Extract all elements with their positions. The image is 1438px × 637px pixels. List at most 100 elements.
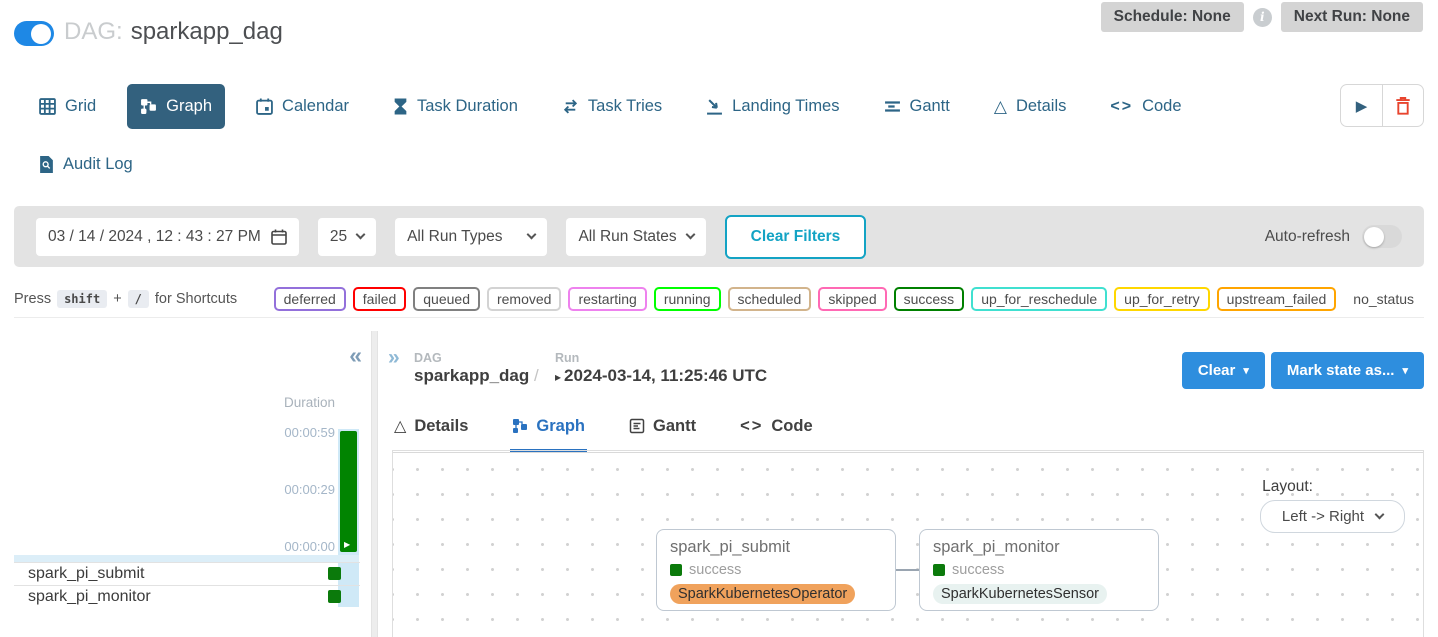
- num-runs-select[interactable]: 25: [318, 218, 376, 256]
- tab-details[interactable]: △ Details: [981, 84, 1080, 129]
- layout-label: Layout:: [1262, 478, 1313, 496]
- state-badge-removed[interactable]: removed: [487, 287, 561, 311]
- dag-graph-canvas[interactable]: Layout: Left -> Right spark_pi_submit su…: [392, 450, 1424, 637]
- trigger-dag-button[interactable]: ▶: [1341, 85, 1382, 126]
- clear-run-button[interactable]: Clear▾: [1182, 352, 1265, 389]
- legend-row: Press shift + / for Shortcuts deferred f…: [14, 280, 1424, 318]
- tab-calendar[interactable]: Calendar: [243, 84, 362, 129]
- task-node-status: success: [933, 562, 1145, 578]
- main-nav-row2: Audit Log: [26, 142, 146, 187]
- run-tab-code[interactable]: <> Code: [738, 404, 815, 452]
- code-icon: <>: [740, 417, 763, 436]
- auto-refresh-label: Auto-refresh: [1265, 228, 1350, 246]
- shortcut-hint: Press shift + / for Shortcuts: [14, 290, 237, 308]
- state-badge-deferred[interactable]: deferred: [274, 287, 346, 311]
- run-tabs: △ Details Graph Gantt <> Code: [392, 404, 1424, 453]
- dag-pause-toggle[interactable]: [14, 21, 54, 46]
- tab-grid[interactable]: Grid: [26, 84, 109, 129]
- state-badge-failed[interactable]: failed: [353, 287, 406, 311]
- gantt-doc-icon: [629, 418, 645, 434]
- task-instance-square[interactable]: [328, 590, 341, 603]
- retry-arrows-icon: [562, 98, 579, 115]
- run-states-select[interactable]: All Run States: [566, 218, 705, 256]
- task-name[interactable]: spark_pi_submit: [14, 565, 145, 583]
- duration-axis-title: Duration: [284, 395, 335, 410]
- operator-pill: SparkKubernetesSensor: [933, 584, 1107, 604]
- panel-resize-handle[interactable]: [371, 331, 378, 637]
- base-date-input[interactable]: 03 / 14 / 2024 , 12 : 43 : 27 PM: [36, 218, 299, 256]
- mark-state-button[interactable]: Mark state as...▾: [1271, 352, 1424, 389]
- clear-filters-button[interactable]: Clear Filters: [725, 215, 867, 259]
- expand-panel-icon[interactable]: »: [388, 347, 400, 368]
- state-badge-success[interactable]: success: [894, 287, 965, 311]
- trash-icon: [1394, 96, 1412, 115]
- breadcrumb-dag-name[interactable]: sparkapp_dag /: [414, 366, 539, 386]
- tab-graph[interactable]: Graph: [127, 84, 225, 129]
- dag-name: sparkapp_dag: [131, 18, 283, 45]
- state-badge-queued[interactable]: queued: [413, 287, 480, 311]
- breadcrumb-separator: /: [534, 366, 539, 385]
- delete-dag-button[interactable]: [1382, 85, 1423, 126]
- state-badge-upstream-failed[interactable]: upstream_failed: [1217, 287, 1337, 311]
- status-label: success: [689, 562, 741, 578]
- state-badge-running[interactable]: running: [654, 287, 721, 311]
- chevron-down-icon: [1375, 510, 1385, 520]
- task-node-spark-pi-submit[interactable]: spark_pi_submit success SparkKubernetesO…: [656, 529, 896, 611]
- layout-direction-select[interactable]: Left -> Right: [1260, 500, 1405, 533]
- task-edge: [896, 569, 920, 571]
- toggle-knob: [31, 24, 51, 44]
- run-types-select[interactable]: All Run Types: [395, 218, 547, 256]
- plane-landing-icon: [706, 98, 723, 115]
- task-node-title: spark_pi_submit: [670, 538, 882, 557]
- task-row[interactable]: spark_pi_submit: [14, 562, 360, 585]
- main-nav: Grid Graph Calendar Task Duration Task T…: [26, 84, 1328, 129]
- state-badge-restarting[interactable]: restarting: [568, 287, 646, 311]
- tab-landing-times[interactable]: Landing Times: [693, 84, 852, 129]
- state-badge-scheduled[interactable]: scheduled: [728, 287, 812, 311]
- run-detail-panel: » DAG sparkapp_dag / Run ▸2024-03-14, 11…: [378, 331, 1438, 637]
- state-badge-no-status[interactable]: no_status: [1343, 287, 1424, 311]
- slash-key: /: [128, 290, 149, 308]
- tab-code[interactable]: <> Code: [1097, 84, 1194, 129]
- tab-audit-log[interactable]: Audit Log: [26, 142, 146, 187]
- state-badge-skipped[interactable]: skipped: [818, 287, 886, 311]
- dag-run-duration-bar[interactable]: [340, 431, 357, 552]
- breadcrumb-dag-label: DAG: [414, 351, 442, 365]
- axis-tick: 00:00:29: [284, 482, 335, 497]
- chevron-down-icon: [356, 230, 366, 240]
- status-square: [670, 564, 682, 576]
- calendar-picker-icon[interactable]: [271, 229, 287, 245]
- auto-refresh-control: Auto-refresh: [1265, 225, 1402, 248]
- chevron-down-icon: [527, 230, 537, 240]
- shift-key: shift: [57, 290, 107, 308]
- toggle-knob: [1364, 227, 1384, 247]
- state-badge-up-for-retry[interactable]: up_for_retry: [1114, 287, 1209, 311]
- run-tab-details[interactable]: △ Details: [392, 404, 470, 452]
- filter-bar: 03 / 14 / 2024 , 12 : 43 : 27 PM 25 All …: [14, 206, 1424, 267]
- breadcrumb-run-value[interactable]: ▸2024-03-14, 11:25:46 UTC: [555, 366, 767, 386]
- calendar-icon: [256, 98, 273, 115]
- status-label: success: [952, 562, 1004, 578]
- auto-refresh-toggle[interactable]: [1362, 225, 1402, 248]
- graph-icon: [512, 418, 528, 434]
- chevron-down-icon: [685, 230, 695, 240]
- gantt-icon: [884, 98, 901, 115]
- schedule-info-icon[interactable]: i: [1253, 8, 1272, 27]
- task-row[interactable]: spark_pi_monitor: [14, 585, 360, 608]
- collapse-sidebar-icon[interactable]: «: [349, 344, 362, 367]
- run-tab-gantt[interactable]: Gantt: [627, 404, 698, 452]
- operator-pill: SparkKubernetesOperator: [670, 584, 855, 604]
- tab-task-tries[interactable]: Task Tries: [549, 84, 675, 129]
- manual-run-marker-icon: ▶: [344, 540, 350, 549]
- next-run-badge: Next Run: None: [1281, 2, 1423, 32]
- state-badge-up-for-reschedule[interactable]: up_for_reschedule: [971, 287, 1107, 311]
- details-icon: △: [394, 416, 406, 436]
- task-instance-square[interactable]: [328, 567, 341, 580]
- dag-label: DAG:: [64, 18, 123, 45]
- run-tab-graph[interactable]: Graph: [510, 404, 587, 452]
- play-icon: ▶: [1356, 97, 1368, 115]
- tab-task-duration[interactable]: Task Duration: [380, 84, 531, 129]
- task-node-spark-pi-monitor[interactable]: spark_pi_monitor success SparkKubernetes…: [919, 529, 1159, 611]
- task-name[interactable]: spark_pi_monitor: [14, 588, 151, 606]
- tab-gantt[interactable]: Gantt: [871, 84, 963, 129]
